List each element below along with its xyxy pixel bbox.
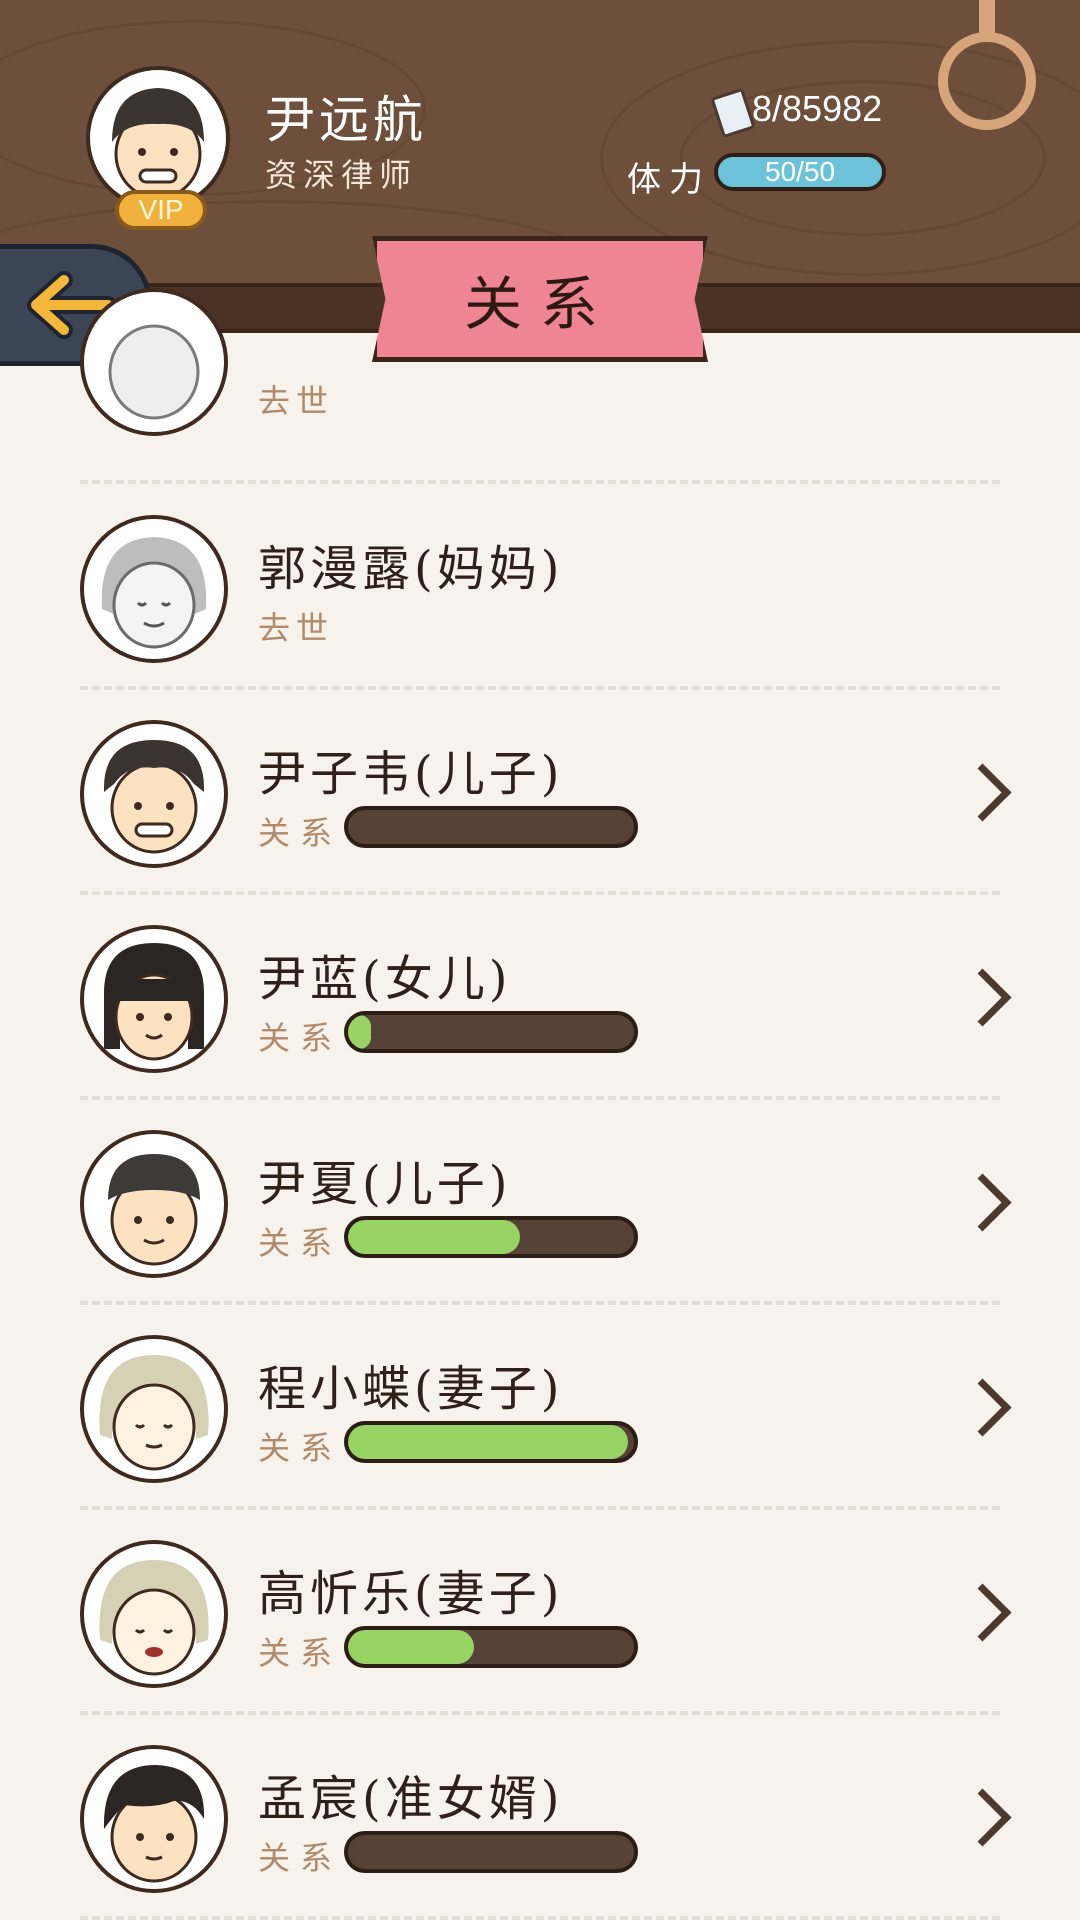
status-label: 去世 bbox=[258, 382, 335, 420]
list-item[interactable]: 高忻乐(妻子) 关系 bbox=[0, 1510, 1080, 1715]
relation-label: 关系 bbox=[258, 814, 343, 852]
relation-bar-fill bbox=[348, 1015, 371, 1049]
relation-label: 关系 bbox=[258, 1429, 343, 1467]
divider bbox=[80, 1916, 1000, 1920]
member-name: 孟宸(准女婿) bbox=[258, 1771, 564, 1827]
relation-bar bbox=[344, 1831, 638, 1873]
relation-label: 关系 bbox=[258, 1634, 343, 1672]
player-title: 资深律师 bbox=[265, 156, 418, 194]
relation-bar-fill bbox=[348, 1630, 474, 1664]
member-name: 尹夏(儿子) bbox=[258, 1156, 512, 1212]
relation-bar bbox=[344, 1626, 638, 1668]
relation-bar bbox=[344, 1216, 638, 1258]
chevron-right-icon[interactable] bbox=[953, 1788, 1012, 1847]
status-label: 去世 bbox=[258, 609, 335, 647]
pull-ring-icon[interactable] bbox=[938, 32, 1036, 130]
relation-label: 关系 bbox=[258, 1224, 343, 1262]
vip-badge: VIP bbox=[115, 190, 207, 230]
chevron-right-icon[interactable] bbox=[953, 1583, 1012, 1642]
man-avatar bbox=[80, 1745, 228, 1893]
relation-bar-fill bbox=[348, 1220, 520, 1254]
boy-avatar bbox=[80, 1130, 228, 1278]
girl-avatar bbox=[80, 925, 228, 1073]
member-name: 尹蓝(女儿) bbox=[258, 951, 512, 1007]
relation-label: 关系 bbox=[258, 1019, 343, 1057]
chevron-right-icon[interactable] bbox=[953, 1378, 1012, 1437]
relation-bar bbox=[344, 806, 638, 848]
money-value: 8/85982 bbox=[752, 88, 883, 129]
stamina-bar: 50/50 bbox=[714, 153, 886, 191]
list-item: 郭漫露(妈妈) 去世 bbox=[0, 485, 1080, 690]
chevron-right-icon[interactable] bbox=[953, 1173, 1012, 1232]
member-name: 尹子韦(儿子) bbox=[258, 746, 564, 802]
relation-bar bbox=[344, 1421, 638, 1463]
young-man-avatar bbox=[80, 720, 228, 868]
player-name: 尹远航 bbox=[265, 91, 427, 149]
chevron-right-icon[interactable] bbox=[953, 968, 1012, 1027]
list-item[interactable]: 程小蝶(妻子) 关系 bbox=[0, 1305, 1080, 1510]
old-woman-avatar bbox=[80, 1335, 228, 1483]
member-name: 郭漫露(妈妈) bbox=[258, 541, 564, 597]
list-item[interactable]: 尹夏(儿子) 关系 bbox=[0, 1100, 1080, 1305]
member-name: 程小蝶(妻子) bbox=[258, 1361, 564, 1417]
player-avatar[interactable] bbox=[86, 66, 230, 210]
chevron-right-icon[interactable] bbox=[953, 763, 1012, 822]
list-item: 去世 bbox=[0, 258, 1080, 463]
member-name: 高忻乐(妻子) bbox=[258, 1566, 564, 1622]
relation-bar bbox=[344, 1011, 638, 1053]
relation-bar-fill bbox=[348, 1425, 629, 1459]
elder-man-avatar bbox=[80, 288, 228, 436]
elder-woman-avatar bbox=[80, 515, 228, 663]
list-item[interactable]: 孟宸(准女婿) 关系 bbox=[0, 1715, 1080, 1920]
divider bbox=[80, 480, 1000, 484]
old-woman-lipstick-avatar bbox=[80, 1540, 228, 1688]
stamina-label: 体力 bbox=[627, 160, 711, 200]
relation-label: 关系 bbox=[258, 1839, 343, 1877]
list-item[interactable]: 尹子韦(儿子) 关系 bbox=[0, 690, 1080, 895]
list-item[interactable]: 尹蓝(女儿) 关系 bbox=[0, 895, 1080, 1100]
